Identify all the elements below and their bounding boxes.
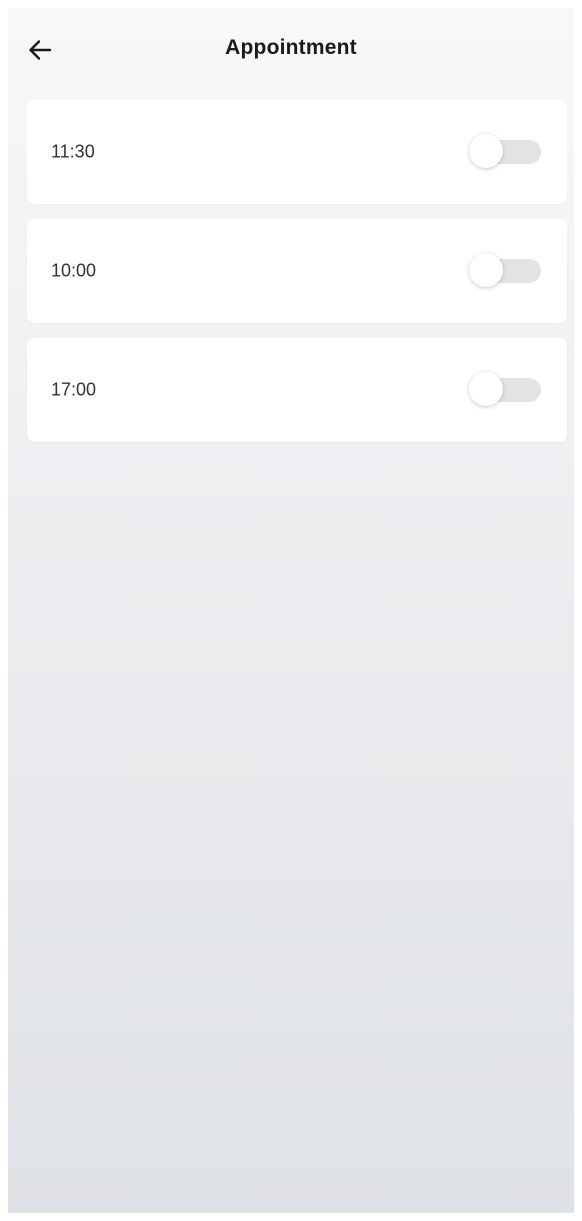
appointment-time: 11:30 [51,141,95,162]
appointment-time: 10:00 [51,260,97,281]
toggle-knob [469,372,503,406]
appointment-item: 11:30 [27,100,567,204]
appointment-list: 11:30 10:00 17:00 [27,100,567,457]
appointment-time: 17:00 [51,379,97,400]
appointment-item: 10:00 [27,219,567,323]
app-screen: Appointment 11:30 10:00 17:00 [8,8,574,1213]
app-header: Appointment [8,8,574,92]
appointment-toggle[interactable] [467,251,543,291]
toggle-knob [469,134,503,168]
appointment-toggle[interactable] [467,132,543,172]
page-title: Appointment [225,36,357,59]
appointment-toggle[interactable] [467,370,543,410]
appointment-item: 17:00 [27,338,567,442]
toggle-knob [469,253,503,287]
